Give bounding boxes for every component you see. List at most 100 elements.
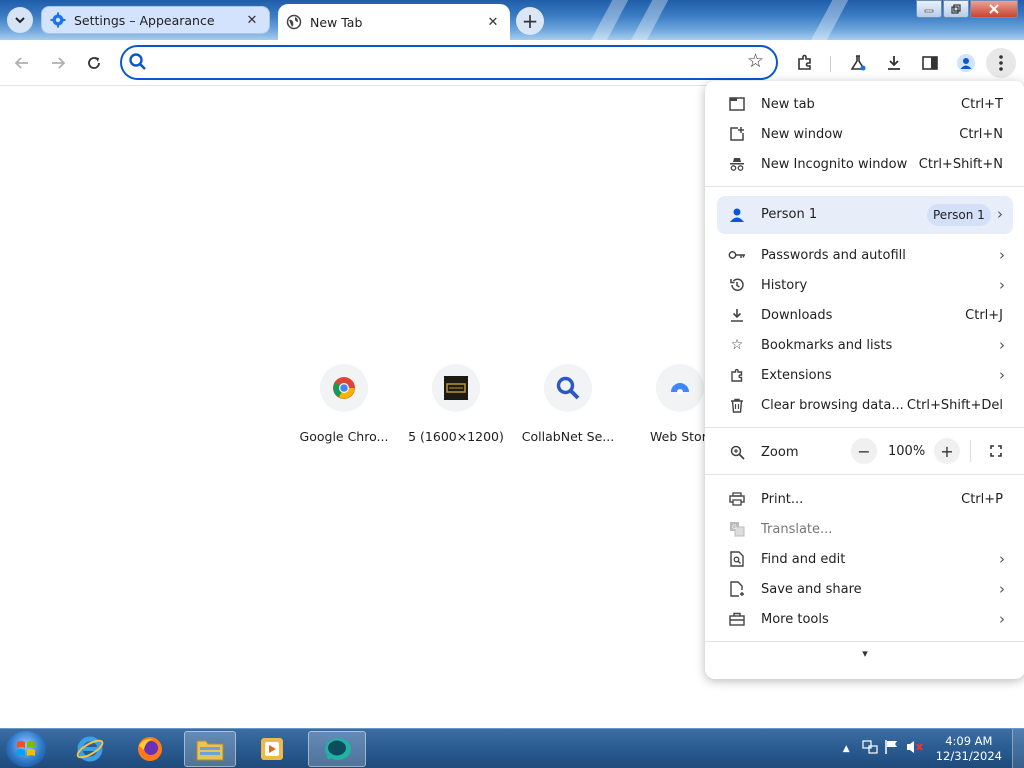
taskbar-internet-explorer[interactable] bbox=[64, 731, 116, 767]
chevron-right-icon: › bbox=[999, 246, 1005, 264]
profile-badge: Person 1 bbox=[927, 204, 991, 226]
download-icon bbox=[888, 56, 900, 70]
restore-button[interactable] bbox=[943, 0, 969, 18]
taskbar-file-explorer[interactable] bbox=[184, 731, 236, 767]
shortcut-tile[interactable]: Google Chro... bbox=[288, 364, 400, 444]
shortcut-tile[interactable]: 5 (1600×1200) bbox=[400, 364, 512, 444]
forward-button[interactable] bbox=[43, 48, 73, 78]
network-icon[interactable] bbox=[862, 739, 878, 759]
thumbnail-icon bbox=[444, 376, 468, 400]
chrome-menu: New tab Ctrl+T New window Ctrl+N New Inc… bbox=[705, 81, 1024, 679]
close-tab-icon[interactable]: ✕ bbox=[243, 11, 261, 29]
menu-item-new-tab[interactable]: New tab Ctrl+T bbox=[705, 89, 1024, 119]
close-tab-icon[interactable]: ✕ bbox=[484, 13, 502, 31]
back-button[interactable] bbox=[7, 48, 37, 78]
menu-item-extensions[interactable]: Extensions › bbox=[705, 360, 1024, 390]
new-tab-icon bbox=[728, 95, 746, 113]
show-hidden-icons-icon[interactable]: ▲ bbox=[843, 744, 850, 754]
wallpaper-streak bbox=[619, 0, 675, 40]
shortcut-icon-circle bbox=[544, 364, 592, 412]
reload-button[interactable] bbox=[79, 48, 109, 78]
menu-item-label: Passwords and autofill bbox=[761, 247, 906, 263]
zoom-divider bbox=[970, 440, 971, 462]
address-input[interactable] bbox=[154, 53, 734, 73]
chevron-down-icon bbox=[15, 17, 25, 24]
tab-new-tab[interactable]: New Tab ✕ bbox=[278, 4, 510, 40]
new-tab-button[interactable]: + bbox=[516, 7, 544, 35]
minimize-button[interactable] bbox=[916, 0, 942, 18]
shortcut-label: Google Chro... bbox=[299, 429, 389, 444]
taskbar-firefox[interactable] bbox=[124, 731, 176, 767]
extensions-button[interactable] bbox=[790, 48, 820, 78]
find-icon bbox=[728, 550, 746, 568]
shortcut-label: 5 (1600×1200) bbox=[408, 429, 504, 444]
menu-item-downloads[interactable]: Downloads Ctrl+J bbox=[705, 300, 1024, 330]
downloads-button[interactable] bbox=[879, 48, 909, 78]
menu-item-print[interactable]: Print... Ctrl+P bbox=[705, 484, 1024, 514]
new-window-icon bbox=[728, 125, 746, 143]
menu-item-shortcut: Ctrl+J bbox=[965, 307, 1003, 323]
browser-toolbar: ☆ bbox=[0, 40, 1024, 86]
address-bar[interactable]: ☆ bbox=[120, 45, 778, 80]
fullscreen-button[interactable] bbox=[983, 438, 1009, 464]
zoom-in-button[interactable]: + bbox=[934, 438, 960, 464]
back-arrow-icon bbox=[14, 57, 28, 69]
start-button[interactable] bbox=[6, 731, 46, 767]
taskbar-media-player[interactable] bbox=[246, 731, 298, 767]
toolbar-divider bbox=[830, 56, 831, 72]
menu-item-new-incognito[interactable]: New Incognito window Ctrl+Shift+N bbox=[705, 149, 1024, 179]
menu-item-new-window[interactable]: New window Ctrl+N bbox=[705, 119, 1024, 149]
menu-item-shortcut: Ctrl+N bbox=[959, 126, 1003, 142]
menu-item-label: Bookmarks and lists bbox=[761, 337, 893, 353]
menu-item-label: More tools bbox=[761, 611, 829, 627]
shortcut-tile[interactable]: Web Store bbox=[624, 364, 706, 444]
menu-item-clear-data[interactable]: Clear browsing data... Ctrl+Shift+Del bbox=[705, 390, 1024, 420]
menu-item-label: New window bbox=[761, 126, 843, 142]
menu-item-bookmarks[interactable]: ☆ Bookmarks and lists › bbox=[705, 330, 1024, 360]
menu-item-save-share[interactable]: Save and share › bbox=[705, 574, 1024, 604]
show-desktop-button[interactable] bbox=[1012, 729, 1024, 768]
wallpaper-streak bbox=[799, 0, 855, 40]
menu-item-label: Translate... bbox=[761, 521, 833, 537]
labs-button[interactable] bbox=[843, 48, 873, 78]
action-center-flag-icon[interactable] bbox=[884, 739, 900, 759]
side-panel-button[interactable] bbox=[915, 48, 945, 78]
menu-item-profile[interactable]: Person 1 Person 1 › bbox=[717, 196, 1013, 234]
person-icon bbox=[728, 206, 746, 228]
menu-item-history[interactable]: History › bbox=[705, 270, 1024, 300]
profile-name: Person 1 bbox=[761, 207, 818, 222]
media-player-icon bbox=[261, 738, 283, 760]
folder-icon bbox=[196, 740, 224, 761]
profile-button[interactable] bbox=[951, 48, 981, 78]
menu-item-shortcut: Ctrl+Shift+Del bbox=[906, 397, 1003, 413]
chevron-right-icon: › bbox=[999, 336, 1005, 354]
history-icon bbox=[728, 276, 746, 294]
expand-menu-button[interactable]: ▾ bbox=[855, 647, 875, 667]
menu-item-more-tools[interactable]: More tools › bbox=[705, 604, 1024, 634]
close-window-button[interactable] bbox=[970, 0, 1018, 18]
search-icon bbox=[556, 376, 580, 400]
menu-item-label: Find and edit bbox=[761, 551, 846, 567]
menu-item-find-edit[interactable]: Find and edit › bbox=[705, 544, 1024, 574]
shortcut-tile[interactable]: CollabNet Se... bbox=[512, 364, 624, 444]
tab-search-button[interactable] bbox=[7, 7, 33, 33]
globe-icon bbox=[286, 14, 302, 30]
chevron-right-icon: › bbox=[999, 276, 1005, 294]
taskbar-active-app[interactable] bbox=[308, 731, 366, 767]
chevron-right-icon: › bbox=[997, 205, 1003, 223]
bookmark-star-icon[interactable]: ☆ bbox=[747, 50, 764, 72]
tab-settings-appearance[interactable]: Settings – Appearance ✕ bbox=[41, 6, 270, 34]
avatar-icon bbox=[957, 54, 975, 72]
close-icon bbox=[989, 4, 999, 14]
clock-time: 4:09 AM bbox=[945, 734, 993, 748]
app-icon bbox=[325, 738, 351, 760]
chrome-menu-button[interactable] bbox=[986, 48, 1016, 78]
menu-item-passwords[interactable]: Passwords and autofill › bbox=[705, 240, 1024, 270]
shortcut-label: CollabNet Se... bbox=[521, 429, 615, 444]
tab-title: Settings – Appearance bbox=[74, 12, 215, 28]
menu-item-translate[interactable]: G Translate... bbox=[705, 514, 1024, 544]
taskbar-clock[interactable]: 4:09 AM 12/31/2024 bbox=[936, 734, 1002, 764]
volume-muted-icon[interactable] bbox=[906, 739, 924, 759]
zoom-out-button[interactable]: − bbox=[851, 438, 877, 464]
menu-item-label: Extensions bbox=[761, 367, 832, 383]
